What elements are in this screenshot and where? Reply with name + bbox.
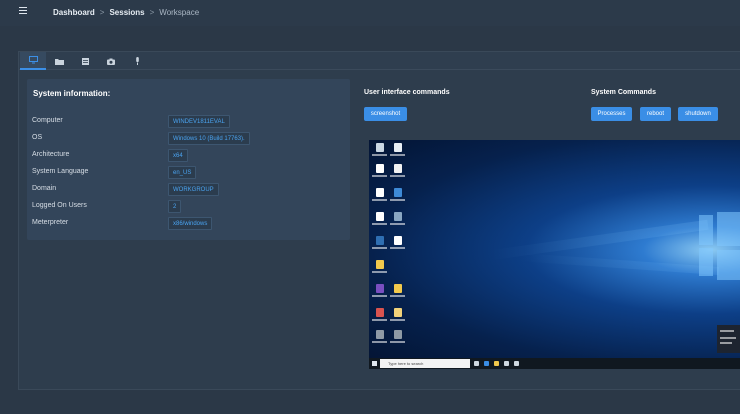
folder-icon[interactable] bbox=[389, 308, 406, 324]
app-icon[interactable] bbox=[371, 236, 388, 252]
app-icon[interactable] bbox=[389, 212, 406, 228]
info-label: Meterpreter bbox=[32, 219, 69, 226]
taskbar-search-input[interactable]: Type here to search bbox=[380, 359, 470, 368]
breadcrumb-sessions[interactable]: Sessions bbox=[109, 8, 144, 17]
info-row-architecture: Architecture x64 bbox=[32, 149, 342, 163]
visual-studio-icon[interactable] bbox=[371, 284, 388, 300]
store-icon[interactable] bbox=[504, 361, 509, 366]
info-row-computer: Computer WINDEV1811EVAL bbox=[32, 115, 342, 129]
file-icon[interactable] bbox=[389, 143, 406, 159]
info-value: Windows 10 (Build 17763). bbox=[168, 132, 250, 145]
task-view-icon[interactable] bbox=[474, 361, 479, 366]
file-icon[interactable] bbox=[371, 212, 388, 228]
info-label: Domain bbox=[32, 185, 57, 192]
mail-icon[interactable] bbox=[514, 361, 519, 366]
monitor-icon bbox=[28, 56, 38, 64]
notification-toast[interactable] bbox=[717, 325, 740, 353]
taskbar: Type here to search bbox=[369, 358, 740, 369]
remote-desktop-screenshot[interactable]: Type here to search bbox=[369, 140, 740, 369]
file-icon[interactable] bbox=[389, 164, 406, 180]
pdf-icon[interactable] bbox=[371, 308, 388, 324]
menu-icon[interactable] bbox=[19, 7, 27, 14]
info-value: en_US bbox=[168, 166, 197, 179]
info-value: WINDEV1811EVAL bbox=[168, 115, 230, 128]
info-label: Computer bbox=[32, 117, 63, 124]
shutdown-button[interactable]: shutdown bbox=[678, 107, 718, 121]
ui-commands-title: User interface commands bbox=[364, 89, 450, 96]
breadcrumb-separator: > bbox=[99, 8, 105, 17]
file-icon[interactable] bbox=[371, 188, 388, 204]
top-bar: Dashboard > Sessions > Workspace bbox=[0, 0, 740, 26]
folder-icon bbox=[54, 58, 64, 65]
folder-icon[interactable] bbox=[389, 284, 406, 300]
info-row-os: OS Windows 10 (Build 17763). bbox=[32, 132, 342, 146]
info-label: System Language bbox=[32, 168, 89, 175]
folder-icon[interactable] bbox=[371, 260, 388, 276]
tab-processes[interactable] bbox=[72, 52, 98, 70]
microphone-icon bbox=[135, 57, 139, 65]
breadcrumb-separator: > bbox=[149, 8, 155, 17]
file-icon[interactable] bbox=[389, 236, 406, 252]
windows-start-icon[interactable] bbox=[372, 361, 377, 366]
reboot-button[interactable]: reboot bbox=[640, 107, 671, 121]
app-icon[interactable] bbox=[389, 188, 406, 204]
recycle-bin-icon[interactable] bbox=[371, 143, 388, 159]
processes-button[interactable]: Processes bbox=[591, 107, 632, 121]
tab-files[interactable] bbox=[46, 52, 72, 70]
info-row-system-language: System Language en_US bbox=[32, 166, 342, 180]
list-icon bbox=[81, 57, 89, 65]
system-information-card: System information: Computer WINDEV1811E… bbox=[27, 79, 350, 240]
breadcrumb-workspace: Workspace bbox=[159, 8, 200, 17]
app-icon[interactable] bbox=[371, 330, 388, 346]
info-label: Architecture bbox=[32, 151, 70, 158]
file-explorer-icon[interactable] bbox=[494, 361, 499, 366]
info-row-logged-on-users: Logged On Users 2 bbox=[32, 200, 342, 214]
info-value: 2 bbox=[168, 200, 182, 213]
info-value: WORKGROUP bbox=[168, 183, 219, 196]
workspace-tabs bbox=[19, 52, 740, 70]
system-information-title: System information: bbox=[33, 89, 111, 98]
info-label: OS bbox=[32, 134, 43, 141]
info-value: x86/windows bbox=[168, 217, 213, 230]
tab-microphone[interactable] bbox=[124, 52, 150, 70]
tab-desktop[interactable] bbox=[20, 52, 46, 70]
file-icon[interactable] bbox=[371, 164, 388, 180]
camera-icon bbox=[107, 58, 115, 65]
breadcrumb: Dashboard > Sessions > Workspace bbox=[53, 8, 199, 17]
tab-webcam[interactable] bbox=[98, 52, 124, 70]
app-icon[interactable] bbox=[389, 330, 406, 346]
info-label: Logged On Users bbox=[32, 202, 87, 209]
system-commands-title: System Commands bbox=[591, 89, 656, 96]
info-row-meterpreter: Meterpreter x86/windows bbox=[32, 217, 342, 231]
screenshot-button[interactable]: screenshot bbox=[364, 107, 407, 121]
breadcrumb-dashboard[interactable]: Dashboard bbox=[53, 8, 95, 17]
info-row-domain: Domain WORKGROUP bbox=[32, 183, 342, 197]
info-value: x64 bbox=[168, 149, 188, 162]
edge-icon[interactable] bbox=[484, 361, 489, 366]
